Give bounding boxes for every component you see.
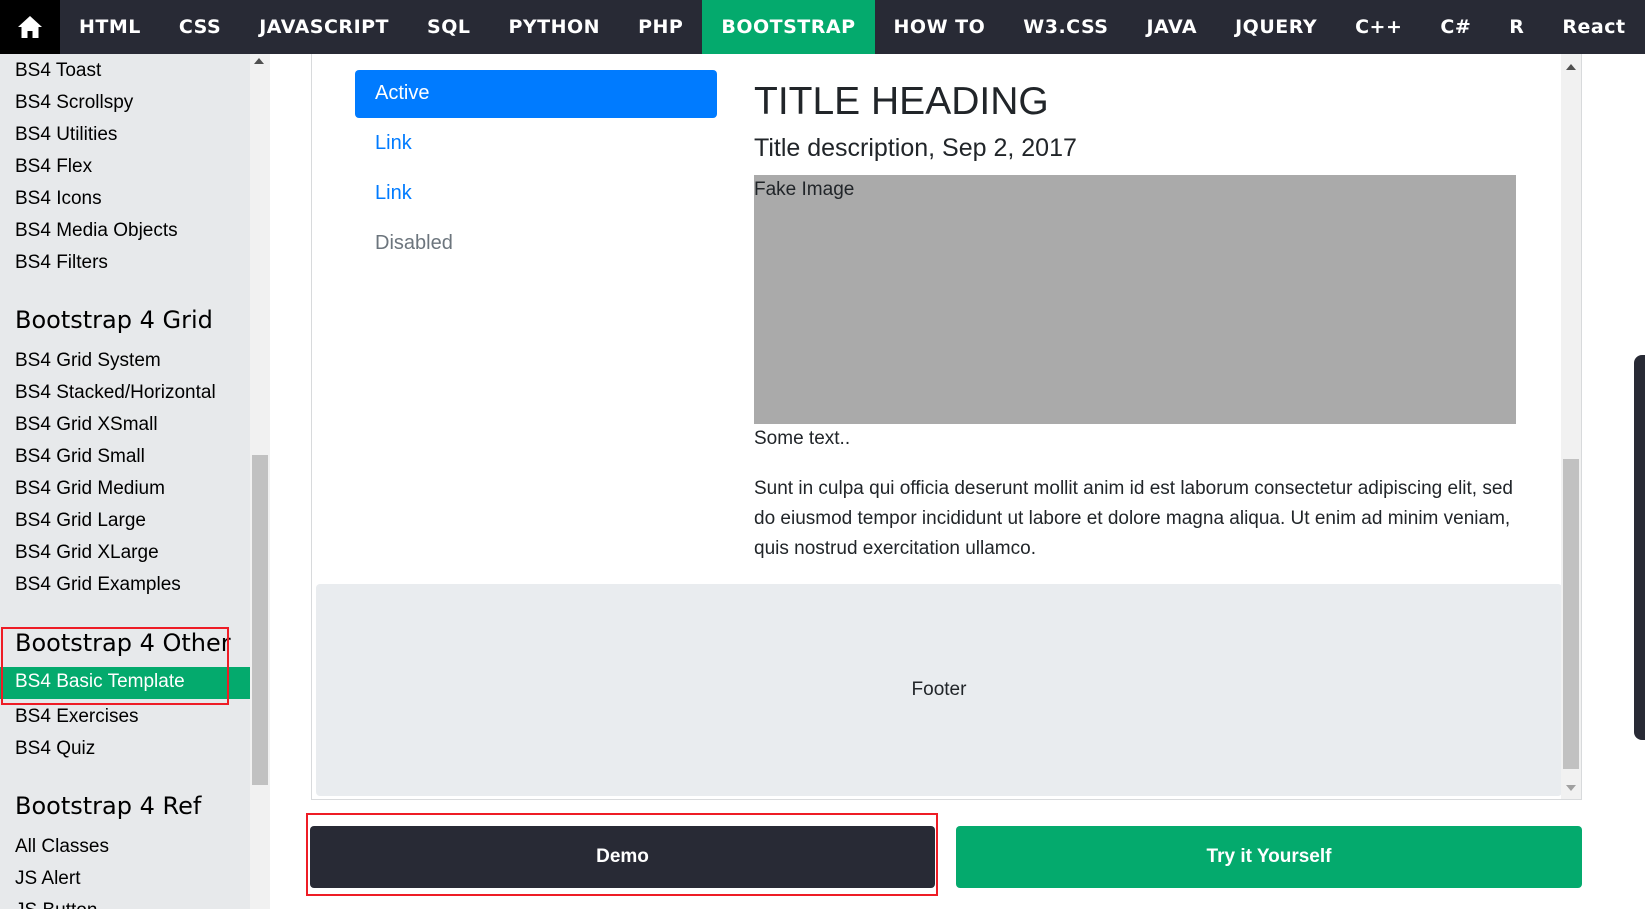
nav-cpp[interactable]: C++	[1336, 0, 1421, 54]
nav-react[interactable]: React	[1543, 0, 1644, 54]
sidebar-item-bs4-grid-small[interactable]: BS4 Grid Small	[15, 446, 145, 468]
home-button[interactable]	[0, 0, 60, 54]
sidebar-item-bs4-grid-xsmall[interactable]: BS4 Grid XSmall	[15, 414, 158, 436]
highlight-box-demo	[306, 813, 938, 896]
frame-scrollbar-thumb[interactable]	[1563, 459, 1579, 769]
sidebar-item-all-classes[interactable]: All Classes	[15, 836, 109, 858]
demo-frame: Active Link Link Disabled TITLE HEADING …	[311, 54, 1582, 800]
demo-footer: Footer	[316, 584, 1562, 796]
nav-jquery[interactable]: JQUERY	[1216, 0, 1336, 54]
sidebar-item-bs4-grid-examples[interactable]: BS4 Grid Examples	[15, 574, 181, 596]
sidebar-item-bs4-utilities[interactable]: BS4 Utilities	[15, 124, 117, 146]
nav-bootstrap[interactable]: BOOTSTRAP	[702, 0, 875, 54]
nav-how-to[interactable]: HOW TO	[875, 0, 1005, 54]
sidebar-item-bs4-quiz[interactable]: BS4 Quiz	[15, 738, 95, 760]
try-it-yourself-button[interactable]: Try it Yourself	[956, 826, 1582, 888]
sidebar-item-bs4-icons[interactable]: BS4 Icons	[15, 188, 102, 210]
nav-sql[interactable]: SQL	[408, 0, 489, 54]
home-icon	[18, 16, 42, 38]
nav-csharp[interactable]: C#	[1421, 0, 1490, 54]
sidebar-item-bs4-grid-medium[interactable]: BS4 Grid Medium	[15, 478, 165, 500]
sidebar-item-bs4-grid-system[interactable]: BS4 Grid System	[15, 350, 161, 372]
frame-scroll-up-icon[interactable]	[1566, 64, 1576, 70]
sidebar-item-bs4-flex[interactable]: BS4 Flex	[15, 156, 92, 178]
highlight-box-sidebar	[1, 627, 229, 705]
body-paragraph: Sunt in culpa qui officia deserunt molli…	[754, 478, 1513, 559]
nav-w3css[interactable]: W3.CSS	[1004, 0, 1127, 54]
nav-r[interactable]: R	[1490, 0, 1543, 54]
some-text: Some text..	[754, 428, 851, 449]
sidebar-item-bs4-exercises[interactable]: BS4 Exercises	[15, 706, 139, 728]
nav-pill-link-1[interactable]: Link	[355, 120, 717, 168]
frame-scroll-down-icon[interactable]	[1566, 785, 1576, 791]
sidebar-item-bs4-filters[interactable]: BS4 Filters	[15, 252, 108, 274]
title-description: Title description, Sep 2, 2017	[754, 134, 1077, 162]
nav-pill-link-2[interactable]: Link	[355, 170, 717, 218]
nav-java[interactable]: JAVA	[1127, 0, 1216, 54]
sidebar-item-bs4-media-objects[interactable]: BS4 Media Objects	[15, 220, 178, 242]
nav-css[interactable]: CSS	[160, 0, 240, 54]
sidebar-heading-grid: Bootstrap 4 Grid	[15, 306, 213, 334]
scroll-up-arrow-icon[interactable]	[254, 58, 264, 64]
nav-python[interactable]: PYTHON	[489, 0, 619, 54]
sidebar-item-bs4-grid-xlarge[interactable]: BS4 Grid XLarge	[15, 542, 159, 564]
sidebar-scrollbar-thumb[interactable]	[252, 455, 268, 785]
title-heading: TITLE HEADING	[754, 80, 1049, 123]
nav-php[interactable]: PHP	[619, 0, 702, 54]
sidebar: BS4 Toast BS4 Scrollspy BS4 Utilities BS…	[0, 54, 250, 909]
nav-javascript[interactable]: JAVASCRIPT	[240, 0, 408, 54]
nav-pill-disabled: Disabled	[375, 232, 453, 254]
sidebar-item-bs4-stacked-horizontal[interactable]: BS4 Stacked/Horizontal	[15, 382, 216, 404]
footer-label: Footer	[911, 679, 967, 700]
top-navbar: HTML CSS JAVASCRIPT SQL PYTHON PHP BOOTS…	[0, 0, 1645, 54]
page-edge-tab	[1634, 355, 1645, 740]
sidebar-heading-ref: Bootstrap 4 Ref	[15, 792, 202, 820]
nav-pill-active[interactable]: Active	[355, 70, 717, 118]
sidebar-item-bs4-grid-large[interactable]: BS4 Grid Large	[15, 510, 146, 532]
fake-image: Fake Image	[754, 175, 1516, 424]
sidebar-item-js-alert[interactable]: JS Alert	[15, 868, 80, 890]
sidebar-item-bs4-scrollspy[interactable]: BS4 Scrollspy	[15, 92, 133, 114]
nav-html[interactable]: HTML	[60, 0, 160, 54]
sidebar-item-bs4-toast[interactable]: BS4 Toast	[15, 60, 101, 82]
sidebar-item-js-button[interactable]: JS Button	[15, 900, 97, 909]
